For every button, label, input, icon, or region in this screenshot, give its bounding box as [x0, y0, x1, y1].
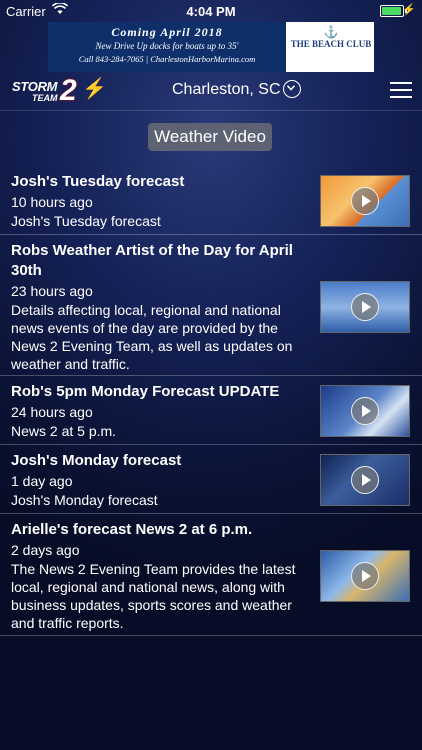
- video-title: Rob's 5pm Monday Forecast UPDATE: [11, 383, 280, 400]
- battery-icon: [380, 5, 407, 17]
- crest-icon: ⚓: [323, 25, 339, 39]
- video-item[interactable]: Rob's 5pm Monday Forecast UPDATE 24 hour…: [0, 376, 422, 445]
- logo-team-text: TEAM: [32, 93, 58, 103]
- ad-banner[interactable]: Coming April 2018 New Drive Up docks for…: [48, 22, 374, 72]
- storm-team-logo[interactable]: STORM TEAM 2 ⚡: [10, 74, 107, 107]
- video-list: Josh's Tuesday forecast 10 hours ago Jos…: [0, 166, 422, 636]
- city-selector[interactable]: Charleston, SC: [172, 81, 281, 99]
- video-title: Robs Weather Artist of the Day for April…: [11, 242, 293, 279]
- ad-contact: Call 843-284-7065 | CharlestonHarborMari…: [78, 54, 256, 64]
- video-thumbnail[interactable]: [320, 175, 410, 227]
- charging-icon: ⚡: [402, 4, 416, 16]
- video-thumbnail[interactable]: [320, 385, 410, 437]
- video-item[interactable]: Josh's Tuesday forecast 10 hours ago Jos…: [0, 166, 422, 235]
- video-item[interactable]: Arielle's forecast News 2 at 6 p.m. 2 da…: [0, 514, 422, 636]
- chevron-down-icon[interactable]: [283, 80, 301, 98]
- section-title: Weather Video: [148, 123, 272, 151]
- video-description: News 2 at 5 p.m.: [11, 423, 117, 439]
- video-description: The News 2 Evening Team provides the lat…: [11, 561, 296, 631]
- play-icon: [351, 562, 379, 590]
- video-thumbnail[interactable]: [320, 281, 410, 333]
- video-description: Josh's Monday forecast: [11, 492, 158, 508]
- play-icon: [351, 187, 379, 215]
- status-time: 4:04 PM: [186, 4, 236, 19]
- lightning-icon: ⚡: [82, 78, 107, 100]
- ad-logo-panel: ⚓ THE BEACH CLUB: [288, 22, 374, 72]
- video-item[interactable]: Josh's Monday forecast 1 day ago Josh's …: [0, 445, 422, 514]
- logo-number: 2: [60, 74, 77, 107]
- play-icon: [351, 293, 379, 321]
- video-description: Josh's Tuesday forecast: [11, 213, 161, 229]
- video-title: Josh's Tuesday forecast: [11, 173, 185, 190]
- video-thumbnail[interactable]: [320, 454, 410, 506]
- play-icon: [351, 397, 379, 425]
- video-title: Arielle's forecast News 2 at 6 p.m.: [11, 521, 253, 538]
- ad-headline: Coming April 2018: [111, 25, 223, 39]
- video-description: Details affecting local, regional and na…: [11, 302, 293, 372]
- video-item[interactable]: Robs Weather Artist of the Day for April…: [0, 235, 422, 376]
- ad-club-name: THE BEACH CLUB: [290, 39, 372, 49]
- status-bar: Carrier 4:04 PM ⚡: [0, 0, 422, 22]
- play-icon: [351, 466, 379, 494]
- video-title: Josh's Monday forecast: [11, 452, 182, 469]
- hamburger-menu-icon[interactable]: [390, 82, 412, 98]
- logo-storm-text: STORM: [12, 79, 58, 94]
- ad-text-panel: Coming April 2018 New Drive Up docks for…: [48, 22, 286, 72]
- nav-bar: STORM TEAM 2 ⚡ Charleston, SC: [0, 72, 422, 111]
- ad-subline: New Drive Up docks for boats up to 35': [95, 41, 239, 51]
- video-thumbnail[interactable]: [320, 550, 410, 602]
